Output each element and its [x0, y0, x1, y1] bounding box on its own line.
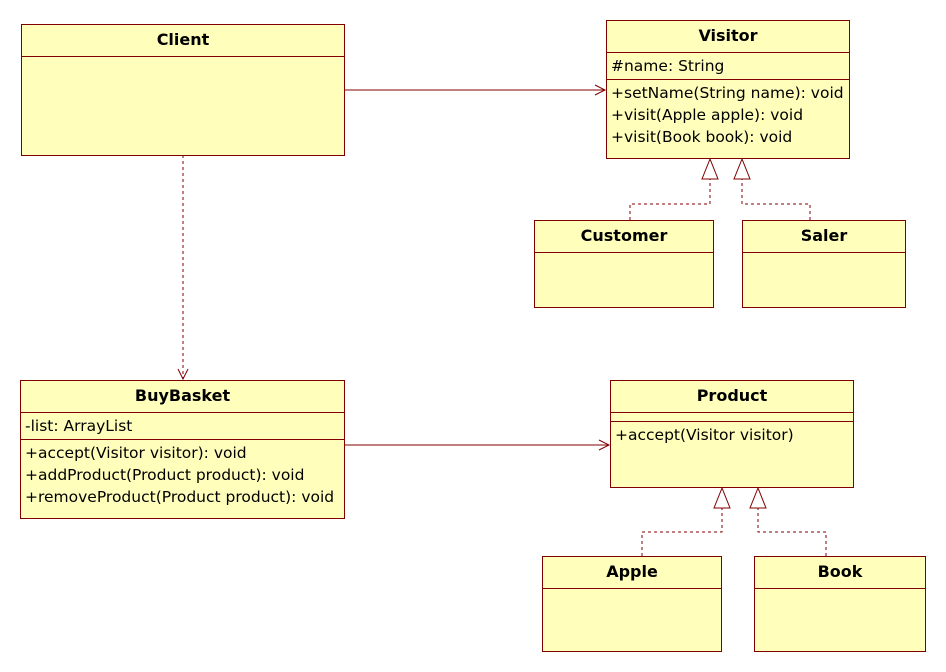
attributes-section: -list: ArrayList	[21, 413, 344, 440]
realization-customer-visitor	[629, 157, 719, 220]
operation: +accept(Visitor visitor)	[615, 426, 794, 444]
class-customer[interactable]: Customer	[534, 220, 714, 308]
class-name: Client	[22, 25, 344, 57]
dependency-client-buybasket	[177, 155, 189, 381]
class-saler[interactable]: Saler	[742, 220, 906, 308]
realization-saler-visitor	[733, 157, 811, 220]
attributes-section	[535, 253, 713, 261]
operations-section: +setName(String name): void +visit(Apple…	[607, 80, 849, 150]
attributes-section	[611, 413, 853, 422]
operation: +addProduct(Product product): void	[25, 466, 305, 484]
class-buybasket[interactable]: BuyBasket -list: ArrayList +accept(Visit…	[20, 380, 345, 519]
operation: +accept(Visitor visitor): void	[25, 444, 247, 462]
class-name: Customer	[535, 221, 713, 253]
attribute: #name: String	[611, 57, 725, 75]
attributes-section	[755, 589, 925, 597]
class-name: Visitor	[607, 21, 849, 53]
attributes-section	[22, 57, 344, 65]
class-name: Saler	[743, 221, 905, 253]
generalization-book-product	[749, 486, 827, 556]
class-book[interactable]: Book	[754, 556, 926, 652]
class-name: Product	[611, 381, 853, 413]
operation: +removeProduct(Product product): void	[25, 488, 335, 506]
association-buybasket-product	[344, 439, 611, 451]
class-product[interactable]: Product +accept(Visitor visitor)	[610, 380, 854, 488]
class-name: Book	[755, 557, 925, 589]
attributes-section	[743, 253, 905, 261]
operation: +setName(String name): void	[611, 84, 844, 102]
attributes-section: #name: String	[607, 53, 849, 80]
operations-section: +accept(Visitor visitor)	[611, 422, 853, 448]
operation: +visit(Apple apple): void	[611, 106, 804, 124]
operation: +visit(Book book): void	[611, 128, 793, 146]
operations-section: +accept(Visitor visitor): void +addProdu…	[21, 440, 344, 510]
class-client[interactable]: Client	[21, 24, 345, 156]
class-name: BuyBasket	[21, 381, 344, 413]
attribute: -list: ArrayList	[25, 417, 133, 435]
attributes-section	[543, 589, 721, 597]
generalization-apple-product	[641, 486, 731, 556]
class-apple[interactable]: Apple	[542, 556, 722, 652]
class-visitor[interactable]: Visitor #name: String +setName(String na…	[606, 20, 850, 159]
class-name: Apple	[543, 557, 721, 589]
association-client-visitor	[344, 84, 607, 96]
